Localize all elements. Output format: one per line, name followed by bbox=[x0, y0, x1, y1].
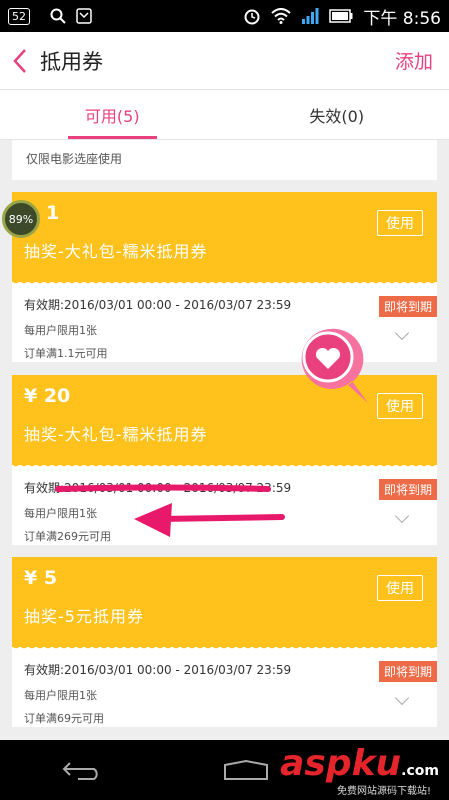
annotation-underline bbox=[55, 484, 285, 537]
progress-indicator: 89% bbox=[2, 200, 40, 238]
watermark-caption: 免费网站源码下载站! bbox=[336, 786, 431, 797]
watermark-logo: aspku.com bbox=[280, 743, 439, 784]
back-arrow-icon[interactable] bbox=[60, 759, 104, 781]
favorite-heart-icon[interactable] bbox=[290, 325, 370, 405]
home-icon[interactable] bbox=[223, 759, 269, 781]
